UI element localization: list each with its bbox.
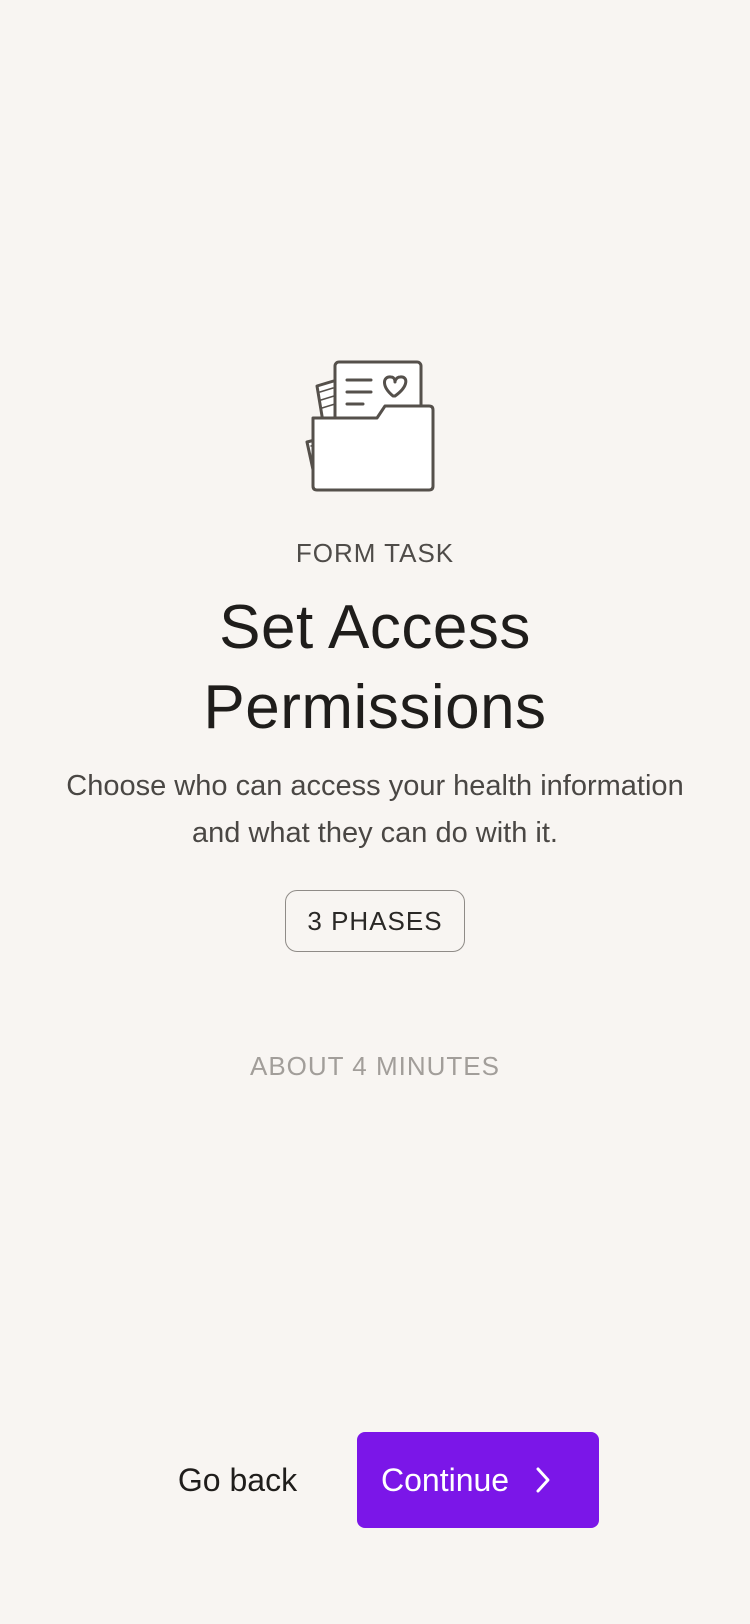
folder-with-heart-document-icon: [303, 358, 447, 494]
task-description: Choose who can access your health inform…: [66, 770, 684, 849]
continue-button-label: Continue: [381, 1461, 510, 1498]
action-footer: Go back Continue: [0, 1432, 750, 1528]
task-type-label: FORM TASK: [295, 538, 455, 568]
duration-label: ABOUT 4 MINUTES: [249, 1051, 500, 1081]
task-intro-screen: FORM TASK Set Access Permissions Choose …: [0, 0, 750, 1624]
continue-button[interactable]: Continue: [357, 1432, 599, 1528]
phases-badge: 3 PHASES: [285, 890, 465, 952]
go-back-button[interactable]: Go back: [160, 1432, 315, 1528]
chevron-right-icon: [535, 1466, 551, 1494]
page-title: Set Access Permissions: [203, 593, 547, 742]
